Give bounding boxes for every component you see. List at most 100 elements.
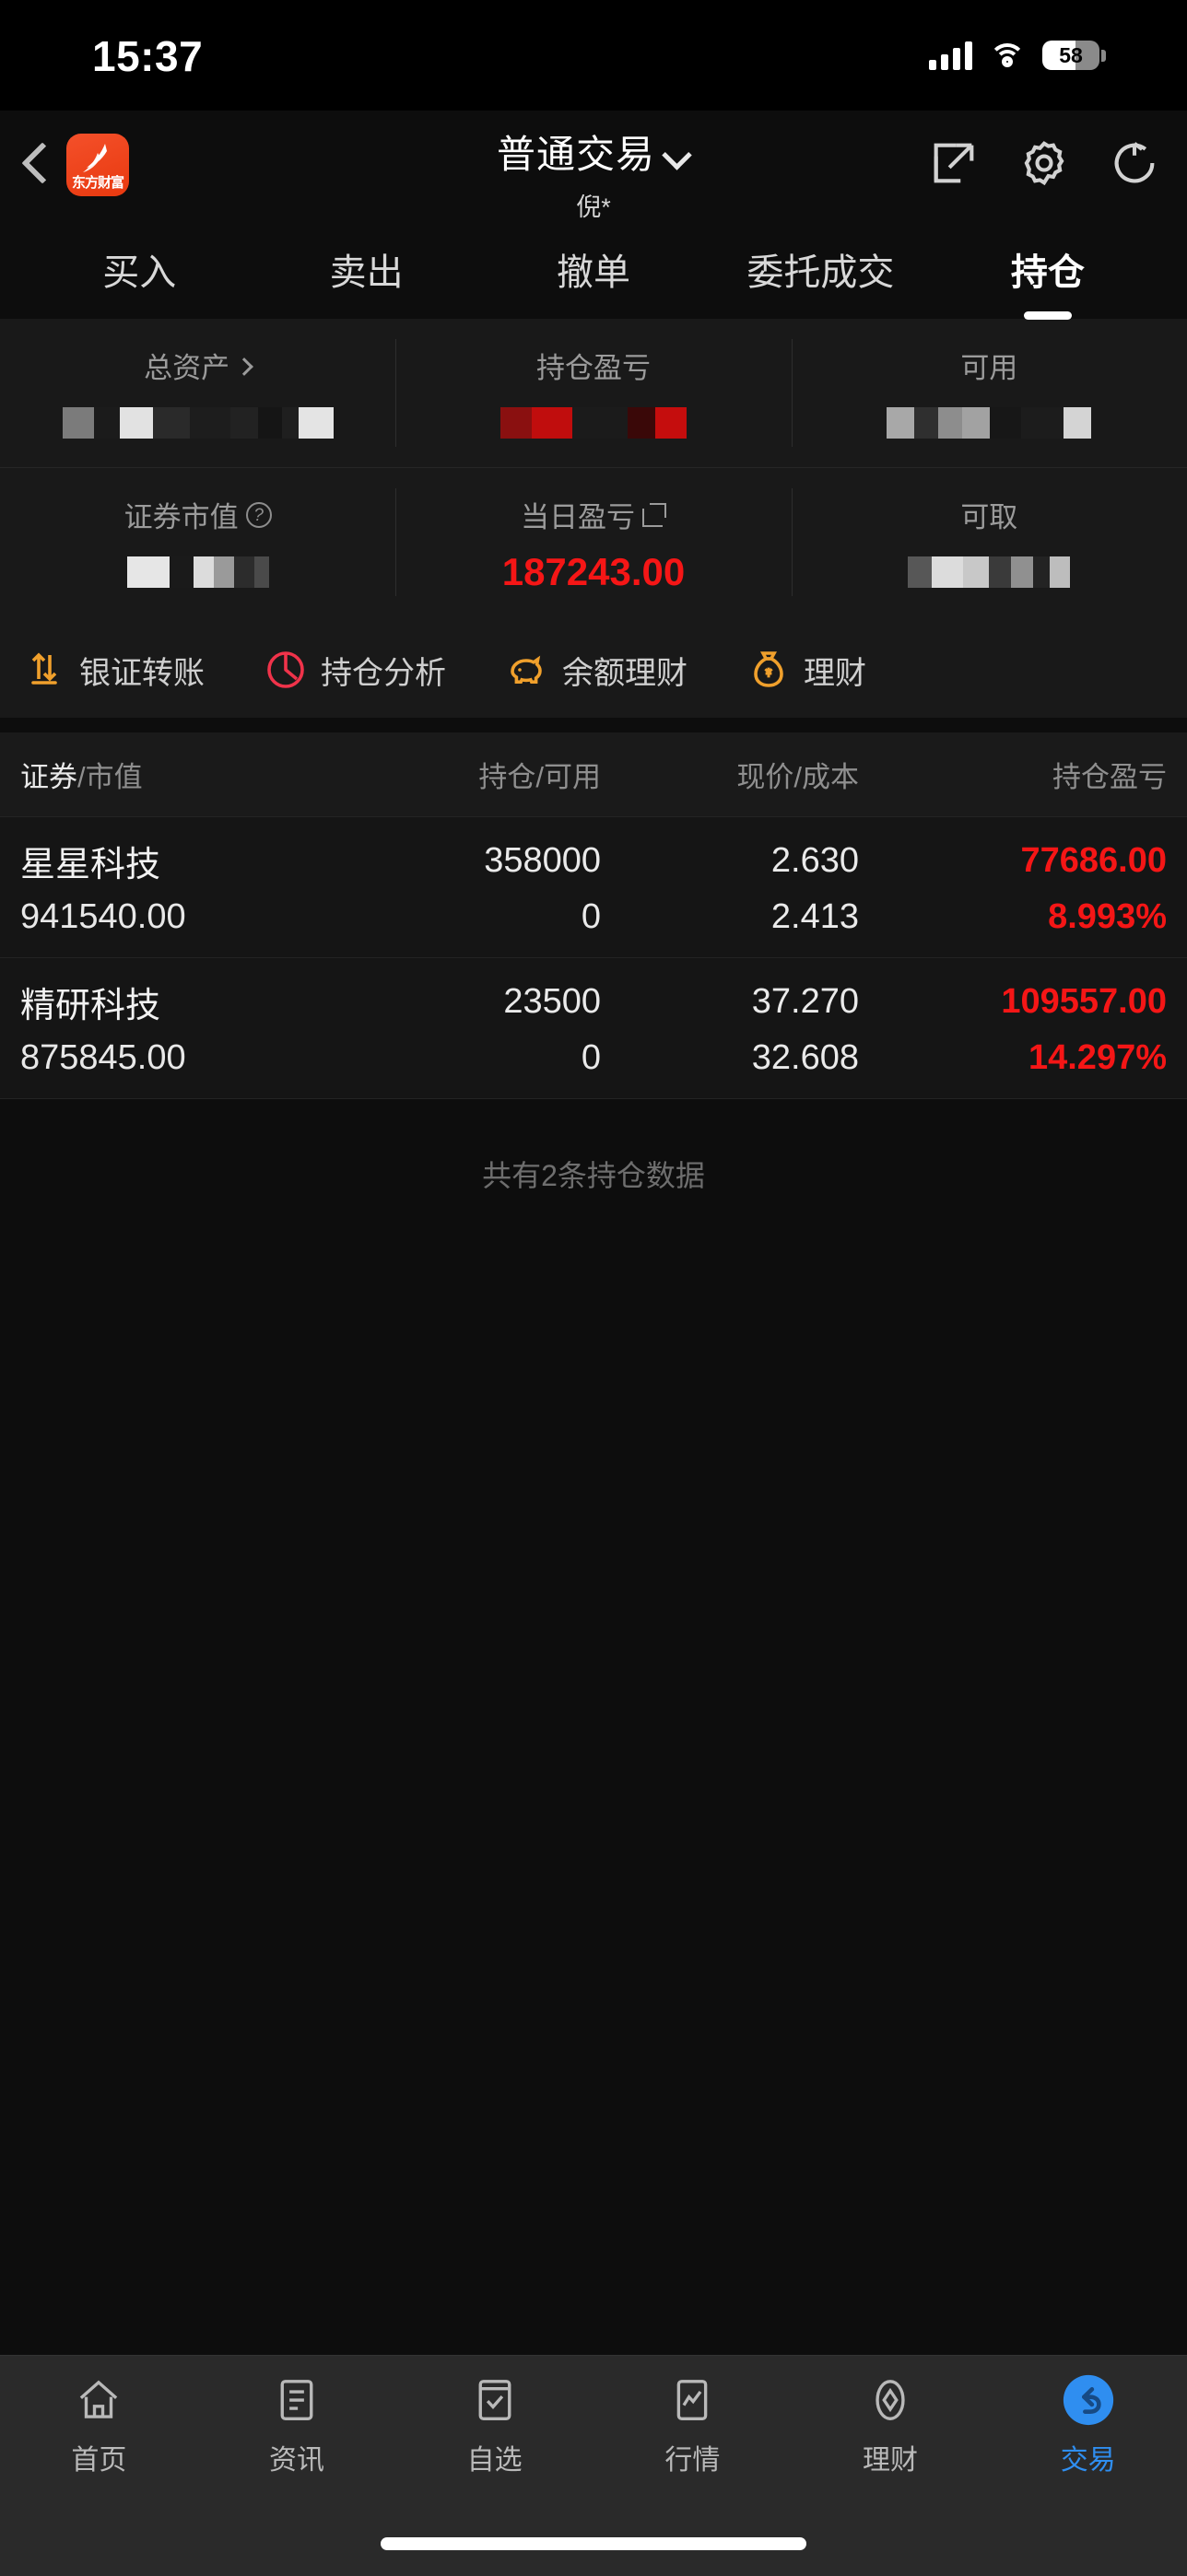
trade-tabs: 买入 卖出 撤单 委托成交 持仓 <box>0 219 1187 320</box>
row-profit-loss: 109557.00 <box>1001 982 1167 1021</box>
asset-securities-value: 证券市值 ? <box>0 468 395 616</box>
row-position: 358000 <box>484 841 601 880</box>
question-mark-icon[interactable]: ? <box>245 501 272 528</box>
row-market-value: 941540.00 <box>20 897 186 936</box>
header-security[interactable]: 证券/市值 <box>20 754 324 795</box>
transfer-arrows-icon <box>31 652 57 685</box>
home-icon <box>80 2380 118 2418</box>
tab-orders[interactable]: 委托成交 <box>707 242 934 296</box>
row-profit-loss-pct: 14.297% <box>1028 1038 1167 1077</box>
status-time: 15:37 <box>92 32 204 80</box>
pie-chart-icon <box>267 651 304 688</box>
row-profit-loss: 77686.00 <box>1020 841 1168 880</box>
asset-value-redacted <box>792 552 1187 592</box>
row-security-name: 精研科技 <box>20 987 161 1025</box>
money-bag-icon <box>754 651 783 687</box>
table-row[interactable]: 星星科技 358000 2.630 77686.00 941540.00 0 2… <box>0 817 1187 958</box>
nav-item-home[interactable]: 首页 <box>0 2371 198 2477</box>
tab-buy[interactable]: 买入 <box>26 242 253 296</box>
tab-cancel-order[interactable]: 撤单 <box>480 242 707 296</box>
asset-total-assets[interactable]: 总资产 <box>0 319 395 467</box>
table-row[interactable]: 精研科技 23500 37.270 109557.00 875845.00 0 … <box>0 958 1187 1099</box>
section-gap <box>0 718 1187 732</box>
header-position[interactable]: 持仓/可用 <box>324 754 601 795</box>
asset-position-pl: 持仓盈亏 <box>395 319 791 467</box>
external-link-icon[interactable] <box>641 502 666 527</box>
tab-label: 持仓 <box>1010 252 1085 293</box>
tab-label: 委托成交 <box>746 252 895 293</box>
quick-actions-bar: 银证转账 持仓分析 余额理财 理财 <box>0 622 1187 718</box>
quick-action-label: 余额理财 <box>562 655 688 691</box>
tab-sell[interactable]: 卖出 <box>253 242 479 296</box>
header-security-secondary: /市值 <box>77 761 143 793</box>
asset-value-redacted <box>792 403 1187 443</box>
quick-action-bank-transfer[interactable]: 银证转账 <box>22 648 205 693</box>
bottom-navigation: 首页 资讯 自选 行情 理财 交易 <box>0 2355 1187 2576</box>
nav-item-market[interactable]: 行情 <box>594 2371 792 2477</box>
tab-label: 撤单 <box>557 252 631 293</box>
nav-item-finance[interactable]: 理财 <box>792 2371 990 2477</box>
holdings-count-note: 共有2条持仓数据 <box>0 1099 1187 1195</box>
trade-arrow-icon <box>1063 2374 1113 2426</box>
news-list-icon <box>280 2380 313 2420</box>
asset-value-redacted <box>0 403 395 443</box>
quick-action-label: 理财 <box>804 655 866 691</box>
gear-icon[interactable] <box>1017 136 1071 190</box>
tab-label: 买入 <box>102 252 177 293</box>
status-indicators: 58 <box>929 41 1106 70</box>
asset-value-redacted <box>395 403 791 443</box>
refresh-icon[interactable] <box>1108 136 1161 190</box>
row-available: 0 <box>581 897 601 936</box>
battery-icon: 58 <box>1042 41 1106 70</box>
nav-item-news[interactable]: 资讯 <box>198 2371 396 2477</box>
home-indicator <box>381 2537 806 2550</box>
nav-label: 资讯 <box>269 2445 324 2476</box>
header-price[interactable]: 现价/成本 <box>601 754 859 795</box>
cellular-signal-icon <box>929 41 972 70</box>
asset-summary-panel: 总资产 持仓盈亏 可用 证券市值 ? 当日盈亏 187243.00 可取 <box>0 319 1187 622</box>
piggy-bank-icon <box>511 655 542 684</box>
status-bar: 15:37 58 <box>0 0 1187 111</box>
header-actions <box>927 136 1161 190</box>
wifi-icon <box>989 41 1026 69</box>
asset-label: 当日盈亏 <box>520 501 635 533</box>
holdings-table-header: 证券/市值 持仓/可用 现价/成本 持仓盈亏 <box>0 732 1187 817</box>
market-chart-icon <box>677 2380 708 2420</box>
asset-label: 总资产 <box>144 352 230 384</box>
nav-label: 首页 <box>71 2445 127 2476</box>
tab-holdings[interactable]: 持仓 <box>934 242 1161 320</box>
external-link-icon[interactable] <box>927 136 981 190</box>
quick-action-finance[interactable]: 理财 <box>746 648 866 693</box>
asset-label: 可取 <box>960 501 1018 533</box>
asset-label: 证券市值 <box>123 501 239 533</box>
chevron-down-icon[interactable] <box>666 145 690 158</box>
empty-space <box>0 1195 1187 1766</box>
row-profit-loss-pct: 8.993% <box>1048 897 1167 936</box>
row-position: 23500 <box>503 982 601 1021</box>
asset-daily-pl[interactable]: 当日盈亏 187243.00 <box>395 468 791 616</box>
nav-item-watchlist[interactable]: 自选 <box>395 2371 594 2477</box>
row-available: 0 <box>581 1038 601 1077</box>
watchlist-check-icon <box>478 2380 511 2420</box>
app-screen: 15:37 58 东方财富 普通交易 倪* 买入 卖出 撤单 委托成交 持仓 总… <box>0 0 1187 2576</box>
row-cost-price: 2.413 <box>770 897 859 936</box>
chevron-right-icon <box>237 358 252 373</box>
battery-level: 58 <box>1059 43 1083 67</box>
asset-value-redacted <box>0 552 395 592</box>
quick-action-label: 持仓分析 <box>321 655 446 691</box>
app-header: 东方财富 普通交易 倪* <box>0 111 1187 221</box>
header-security-primary: 证券 <box>20 761 77 793</box>
quick-action-balance-finance[interactable]: 余额理财 <box>505 648 688 693</box>
asset-withdrawable: 可取 <box>791 468 1187 616</box>
nav-label: 自选 <box>466 2445 523 2476</box>
asset-label: 可用 <box>960 352 1018 384</box>
asset-available: 可用 <box>791 319 1187 467</box>
header-profit-loss[interactable]: 持仓盈亏 <box>859 754 1167 795</box>
row-current-price: 2.630 <box>770 841 859 880</box>
quick-action-position-analysis[interactable]: 持仓分析 <box>264 648 446 693</box>
diamond-finance-icon <box>876 2380 905 2420</box>
account-name: 倪* <box>576 193 611 221</box>
asset-label: 持仓盈亏 <box>535 352 651 384</box>
nav-label: 行情 <box>664 2445 721 2476</box>
nav-item-trade[interactable]: 交易 <box>989 2371 1187 2477</box>
